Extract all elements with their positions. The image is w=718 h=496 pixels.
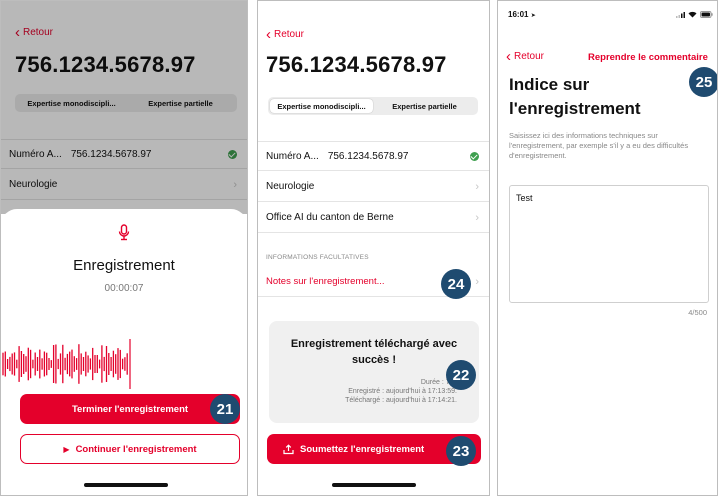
- chevron-right-icon: ›: [475, 180, 479, 193]
- battery-icon: [700, 11, 713, 18]
- signal-icon: [676, 11, 685, 18]
- number-value: 756.1234.5678.97: [327, 150, 409, 162]
- office-row[interactable]: Office AI du canton de Berne ›: [258, 203, 489, 233]
- home-indicator: [84, 483, 168, 487]
- dim-overlay: [1, 1, 247, 214]
- upload-meta: Durée : 7 s. Enregistré : aujourd'hui à …: [345, 378, 457, 405]
- recording-timer: 00:00:07: [104, 283, 144, 294]
- success-title: Enregistrement téléchargé avec succès !: [290, 338, 458, 366]
- stop-recording-label: Terminer l'enregistrement: [71, 403, 189, 415]
- sheet-title: Enregistrement: [73, 257, 175, 274]
- number-label: Numéro A...: [266, 150, 319, 162]
- neurology-label: Neurologie: [266, 181, 315, 192]
- status-icons: [676, 11, 713, 18]
- continue-recording-button[interactable]: ▶ Continuer l'enregistrement: [20, 434, 240, 464]
- char-counter: 4/500: [688, 308, 707, 317]
- callout-badge-25: 25: [689, 67, 717, 97]
- play-icon: ▶: [63, 444, 70, 454]
- microphone-icon: [118, 224, 130, 241]
- home-indicator: [332, 483, 416, 487]
- duration-text: Durée : 7 s.: [420, 379, 457, 386]
- page-title: Indice sur l'enregistrement: [509, 75, 641, 118]
- tab-partial[interactable]: Expertise partielle: [373, 99, 476, 113]
- callout-badge-21: 21: [210, 394, 240, 424]
- submit-recording-label: Soumettez l'enregistrement: [300, 443, 425, 455]
- recording-details-screen: ‹ Retour 756.1234.5678.97 Expertise mono…: [257, 0, 490, 496]
- back-label: Retour: [514, 51, 545, 62]
- uploaded-text: Téléchargé : aujourd'hui à 17:14:21.: [345, 397, 457, 404]
- resume-comment-link[interactable]: Reprendre le commentaire: [588, 52, 708, 63]
- chevron-left-icon: ‹: [506, 47, 511, 65]
- stop-recording-button[interactable]: Terminer l'enregistrement: [20, 394, 240, 424]
- callout-badge-24: 24: [441, 269, 471, 299]
- section-header: INFORMATIONS FACULTATIVES: [266, 254, 369, 261]
- back-label: Retour: [274, 29, 305, 40]
- recorded-text: Enregistré : aujourd'hui à 17:13:59.: [348, 388, 457, 395]
- continue-recording-label: Continuer l'enregistrement: [75, 443, 197, 455]
- status-time: 16:01 ➤: [508, 10, 536, 19]
- callout-badge-22: 22: [446, 360, 476, 390]
- upload-icon: [283, 443, 294, 454]
- number-row[interactable]: Numéro A... 756.1234.5678.97: [258, 141, 489, 171]
- waveform: [2, 339, 131, 389]
- chevron-left-icon: ‹: [266, 25, 271, 43]
- callout-badge-23: 23: [446, 436, 476, 466]
- chevron-right-icon: ›: [475, 211, 479, 224]
- note-textarea[interactable]: Test: [509, 185, 709, 303]
- note-editor-screen: 16:01 ➤ ‹ Retour Reprendre le commentair…: [497, 0, 718, 496]
- back-button[interactable]: ‹ Retour: [506, 47, 545, 65]
- wifi-icon: [688, 11, 697, 18]
- notes-link[interactable]: Notes sur l'enregistrement...: [266, 276, 385, 287]
- location-arrow-icon: ➤: [530, 13, 536, 19]
- chevron-right-icon: ›: [475, 275, 479, 288]
- description-text: Saisissez ici des informations technique…: [509, 131, 689, 160]
- note-text: Test: [516, 193, 533, 203]
- office-label: Office AI du canton de Berne: [266, 212, 394, 223]
- check-icon: [470, 151, 479, 161]
- expertise-segmented-control[interactable]: Expertise monodiscipli... Expertise part…: [268, 97, 478, 115]
- neurology-row[interactable]: Neurologie ›: [258, 172, 489, 202]
- recording-screen: ‹ Retour 756.1234.5678.97 Expertise mono…: [0, 0, 248, 496]
- page-title: 756.1234.5678.97: [266, 52, 447, 77]
- back-button[interactable]: ‹ Retour: [266, 25, 305, 43]
- tab-monodisciplinary[interactable]: Expertise monodiscipli...: [270, 99, 373, 113]
